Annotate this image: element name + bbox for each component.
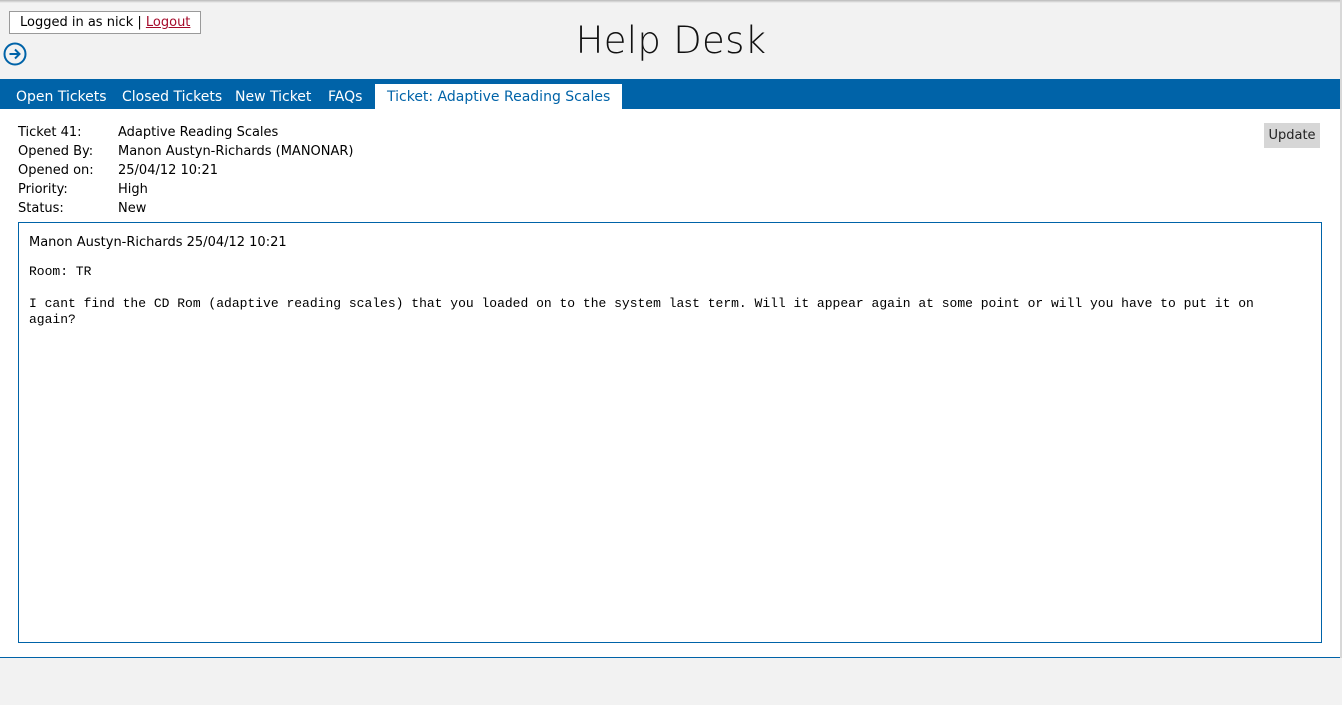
ticket-number-label: Ticket 41: [18,125,82,140]
top-shadow [0,0,1342,3]
message-body: Room: TR I cant find the CD Rom (adaptiv… [29,264,1254,327]
tab-ticket-adaptive-reading-scales[interactable]: Ticket: Adaptive Reading Scales [375,84,623,109]
tab-open-tickets[interactable]: Open Tickets [16,79,107,109]
priority-value: High [118,182,148,197]
page-title: Help Desk [575,19,767,62]
status-value: New [118,201,147,216]
ticket-title-value: Adaptive Reading Scales [118,125,279,140]
tab-faqs[interactable]: FAQs [328,79,362,109]
status-label: Status: [18,201,64,216]
message-header: Manon Austyn-Richards 25/04/12 10:21 [29,235,287,250]
opened-on-value: 25/04/12 10:21 [118,163,218,178]
opened-by-label: Opened By: [18,144,94,159]
tab-bar: Open Tickets Closed Tickets New Ticket F… [0,79,1340,109]
help-desk-page: Logged in as nick | Logout Help Desk Ope… [0,0,1342,705]
tab-new-ticket[interactable]: New Ticket [235,79,311,109]
ticket-panel: Ticket 41: Adaptive Reading Scales Opene… [0,109,1340,658]
tab-closed-tickets[interactable]: Closed Tickets [122,79,222,109]
update-button[interactable]: Update [1264,123,1320,148]
priority-label: Priority: [18,182,68,197]
opened-by-value: Manon Austyn-Richards (MANONAR) [118,144,354,159]
opened-on-label: Opened on: [18,163,94,178]
message-thread[interactable]: Manon Austyn-Richards 25/04/12 10:21 Roo… [18,222,1322,643]
